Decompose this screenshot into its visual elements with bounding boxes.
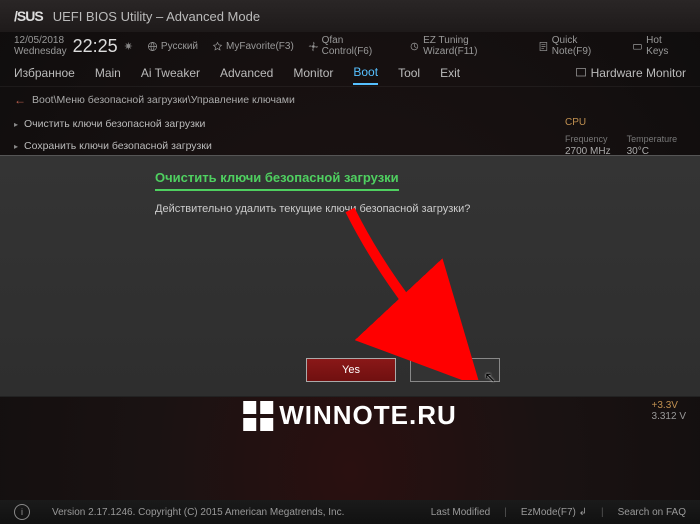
info-icon[interactable]: i: [14, 504, 30, 520]
version-text: Version 2.17.1246. Copyright (C) 2015 Am…: [52, 507, 344, 518]
temp-label: Temperature: [627, 134, 678, 144]
freq-label: Frequency: [565, 134, 611, 144]
tab-aitweaker[interactable]: Ai Tweaker: [141, 62, 200, 84]
search-faq-link[interactable]: Search on FAQ: [618, 507, 686, 518]
voltage-readout: +3.3V 3.312 V: [652, 400, 686, 422]
language-link[interactable]: Русский: [147, 41, 198, 52]
no-button[interactable]: No: [410, 358, 500, 382]
watermark: WINNOTE.RU: [243, 400, 457, 431]
eztuning-link[interactable]: EZ Tuning Wizard(F11): [409, 35, 524, 57]
tab-exit[interactable]: Exit: [440, 62, 460, 84]
yes-button[interactable]: Yes: [306, 358, 396, 382]
volt-label: +3.3V: [652, 400, 686, 411]
tab-boot[interactable]: Boot: [353, 61, 378, 85]
hardware-monitor-panel: CPU Frequency 2700 MHz Temperature 30°C: [555, 113, 700, 157]
datetime: 12/05/2018 Wednesday 22:25 ✷: [14, 35, 133, 57]
option-save-keys[interactable]: Сохранить ключи безопасной загрузки: [14, 135, 541, 157]
tab-advanced[interactable]: Advanced: [220, 62, 273, 84]
app-title: UEFI BIOS Utility – Advanced Mode: [53, 9, 260, 24]
day-text: Wednesday: [14, 46, 67, 57]
volt-value: 3.312 V: [652, 411, 686, 422]
dialog-body: Действительно удалить текущие ключи безо…: [155, 203, 545, 215]
tab-main[interactable]: Main: [95, 62, 121, 84]
cpu-section-label: CPU: [565, 117, 690, 128]
breadcrumb-path: Boot\Меню безопасной загрузки\Управление…: [32, 94, 295, 106]
option-clear-keys[interactable]: Очистить ключи безопасной загрузки: [14, 113, 541, 135]
tab-monitor[interactable]: Monitor: [293, 62, 333, 84]
tab-favorites[interactable]: Избранное: [14, 62, 75, 84]
date-text: 12/05/2018: [14, 35, 67, 46]
main-menu: Избранное Main Ai Tweaker Advanced Monit…: [0, 60, 700, 87]
titlebar: /SUS UEFI BIOS Utility – Advanced Mode: [0, 0, 700, 32]
topbar: 12/05/2018 Wednesday 22:25 ✷ Русский MyF…: [0, 32, 700, 60]
modal-dialog: Очистить ключи безопасной загрузки Дейст…: [0, 155, 700, 397]
quicknote-link[interactable]: Quick Note(F9): [538, 35, 618, 57]
qfan-link[interactable]: Qfan Control(F6): [308, 35, 396, 57]
ezmode-link[interactable]: EzMode(F7) ↲: [521, 507, 587, 518]
back-arrow-icon[interactable]: ←: [14, 93, 26, 107]
statusbar: i Version 2.17.1246. Copyright (C) 2015 …: [0, 500, 700, 524]
last-modified-link[interactable]: Last Modified: [431, 507, 490, 518]
hotkeys-link[interactable]: Hot Keys: [632, 35, 686, 57]
windows-logo-icon: [243, 401, 273, 431]
myfavorite-link[interactable]: MyFavorite(F3): [212, 41, 294, 52]
vendor-logo: /SUS: [14, 8, 43, 24]
watermark-text: WINNOTE.RU: [279, 400, 457, 431]
options-panel: Очистить ключи безопасной загрузки Сохра…: [0, 113, 555, 157]
breadcrumb[interactable]: ← Boot\Меню безопасной загрузки\Управлен…: [0, 87, 700, 113]
time-text: 22:25: [73, 36, 118, 57]
hardware-monitor-link[interactable]: Hardware Monitor: [575, 66, 686, 80]
gear-icon[interactable]: ✷: [124, 40, 133, 53]
dialog-title: Очистить ключи безопасной загрузки: [155, 170, 399, 191]
tab-tool[interactable]: Tool: [398, 62, 420, 84]
